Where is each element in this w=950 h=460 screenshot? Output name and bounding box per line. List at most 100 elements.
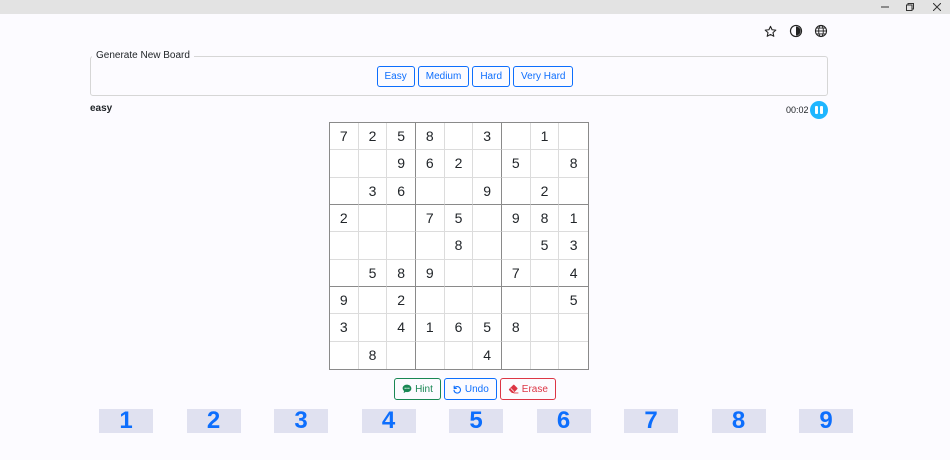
sudoku-cell[interactable]: 6 [415, 150, 445, 178]
sudoku-cell[interactable]: 9 [415, 259, 445, 287]
hard-button[interactable]: Hard [472, 66, 511, 87]
sudoku-cell[interactable] [501, 287, 531, 315]
sudoku-cell[interactable] [473, 150, 502, 178]
sudoku-cell[interactable] [530, 259, 560, 287]
theme-icon[interactable] [788, 23, 804, 39]
close-icon[interactable] [926, 0, 948, 14]
sudoku-cell[interactable]: 4 [473, 341, 502, 369]
sudoku-cell[interactable]: 3 [559, 232, 588, 260]
sudoku-cell[interactable] [559, 342, 588, 369]
number-key-8[interactable]: 8 [711, 407, 766, 434]
sudoku-cell[interactable] [530, 314, 560, 342]
sudoku-cell[interactable] [444, 287, 474, 315]
sudoku-cell[interactable] [530, 287, 560, 315]
sudoku-cell[interactable] [415, 232, 445, 260]
sudoku-cell[interactable]: 8 [415, 123, 445, 151]
sudoku-cell[interactable]: 9 [501, 205, 531, 233]
sudoku-cell[interactable]: 3 [358, 177, 388, 205]
number-key-3[interactable]: 3 [274, 407, 328, 434]
sudoku-cell[interactable]: 2 [358, 123, 388, 151]
sudoku-cell[interactable]: 5 [444, 205, 474, 233]
sudoku-cell[interactable]: 5 [501, 150, 531, 178]
number-key-7[interactable]: 7 [624, 407, 678, 434]
sudoku-cell[interactable] [473, 205, 502, 233]
sudoku-cell[interactable] [387, 341, 416, 369]
sudoku-cell[interactable]: 5 [530, 232, 560, 260]
sudoku-cell[interactable]: 4 [387, 314, 416, 342]
sudoku-cell[interactable] [358, 314, 388, 342]
sudoku-cell[interactable]: 5 [473, 314, 502, 342]
sudoku-cell[interactable]: 1 [415, 314, 445, 342]
sudoku-cell[interactable]: 9 [387, 150, 416, 178]
minimize-icon[interactable] [874, 0, 896, 14]
sudoku-cell[interactable] [530, 150, 560, 178]
sudoku-cell[interactable]: 8 [444, 232, 474, 260]
sudoku-cell[interactable]: 8 [501, 314, 531, 342]
erase-button[interactable]: Erase [499, 378, 556, 400]
sudoku-cell[interactable] [358, 287, 388, 315]
sudoku-cell[interactable] [501, 232, 531, 260]
sudoku-cell[interactable] [502, 341, 531, 369]
medium-button[interactable]: Medium [417, 66, 470, 87]
sudoku-cell[interactable]: 3 [330, 314, 359, 342]
number-key-1[interactable]: 1 [99, 407, 153, 434]
sudoku-cell[interactable] [473, 259, 502, 287]
sudoku-cell[interactable]: 6 [444, 314, 474, 342]
sudoku-cell[interactable]: 7 [415, 205, 445, 233]
sudoku-cell[interactable] [330, 177, 359, 205]
number-key-2[interactable]: 2 [186, 407, 241, 434]
sudoku-cell[interactable]: 2 [530, 177, 560, 205]
sudoku-cell[interactable]: 3 [473, 123, 502, 151]
number-key-5[interactable]: 5 [449, 407, 503, 434]
sudoku-cell[interactable]: 2 [387, 287, 416, 315]
sudoku-cell[interactable] [387, 232, 416, 260]
restore-icon[interactable] [899, 0, 921, 14]
hint-button[interactable]: Hint [394, 378, 441, 400]
sudoku-cell[interactable] [416, 341, 445, 369]
sudoku-cell[interactable]: 8 [559, 150, 588, 178]
sudoku-cell[interactable] [358, 232, 388, 260]
sudoku-cell[interactable]: 6 [387, 177, 416, 205]
sudoku-cell[interactable]: 9 [473, 177, 502, 205]
number-key-6[interactable]: 6 [536, 407, 591, 434]
star-icon[interactable] [762, 23, 778, 39]
sudoku-cell[interactable]: 9 [330, 287, 359, 315]
sudoku-cell[interactable]: 1 [530, 123, 560, 151]
sudoku-cell[interactable] [444, 123, 474, 151]
sudoku-cell[interactable]: 8 [387, 259, 416, 287]
sudoku-cell[interactable] [415, 177, 445, 205]
sudoku-cell[interactable] [358, 150, 388, 178]
sudoku-cell[interactable]: 4 [559, 260, 588, 287]
sudoku-cell[interactable] [415, 287, 445, 315]
sudoku-cell[interactable] [330, 341, 359, 369]
sudoku-cell[interactable]: 7 [501, 259, 531, 287]
sudoku-cell[interactable] [444, 177, 474, 205]
sudoku-cell[interactable] [559, 178, 588, 205]
sudoku-cell[interactable]: 2 [330, 205, 359, 233]
sudoku-cell[interactable] [473, 287, 502, 315]
undo-button[interactable]: Undo [443, 378, 497, 400]
sudoku-cell[interactable] [501, 123, 531, 151]
sudoku-cell[interactable] [559, 123, 588, 151]
sudoku-cell[interactable]: 1 [559, 205, 588, 233]
pause-button[interactable] [810, 101, 828, 119]
sudoku-cell[interactable] [330, 232, 359, 260]
easy-button[interactable]: Easy [376, 66, 415, 87]
sudoku-cell[interactable]: 8 [359, 341, 388, 369]
sudoku-cell[interactable] [330, 259, 359, 287]
sudoku-cell[interactable]: 7 [330, 123, 359, 151]
number-key-9[interactable]: 9 [799, 407, 853, 434]
sudoku-cell[interactable] [387, 205, 416, 233]
sudoku-cell[interactable]: 5 [387, 123, 416, 151]
sudoku-cell[interactable] [445, 341, 474, 369]
sudoku-cell[interactable] [501, 177, 531, 205]
sudoku-cell[interactable] [330, 150, 359, 178]
globe-icon[interactable] [813, 23, 829, 39]
sudoku-cell[interactable] [559, 314, 588, 342]
sudoku-cell[interactable] [358, 205, 388, 233]
sudoku-cell[interactable]: 5 [559, 287, 588, 315]
sudoku-cell[interactable] [531, 341, 560, 369]
number-key-4[interactable]: 4 [361, 407, 416, 434]
sudoku-cell[interactable] [444, 259, 474, 287]
sudoku-cell[interactable]: 2 [444, 150, 474, 178]
